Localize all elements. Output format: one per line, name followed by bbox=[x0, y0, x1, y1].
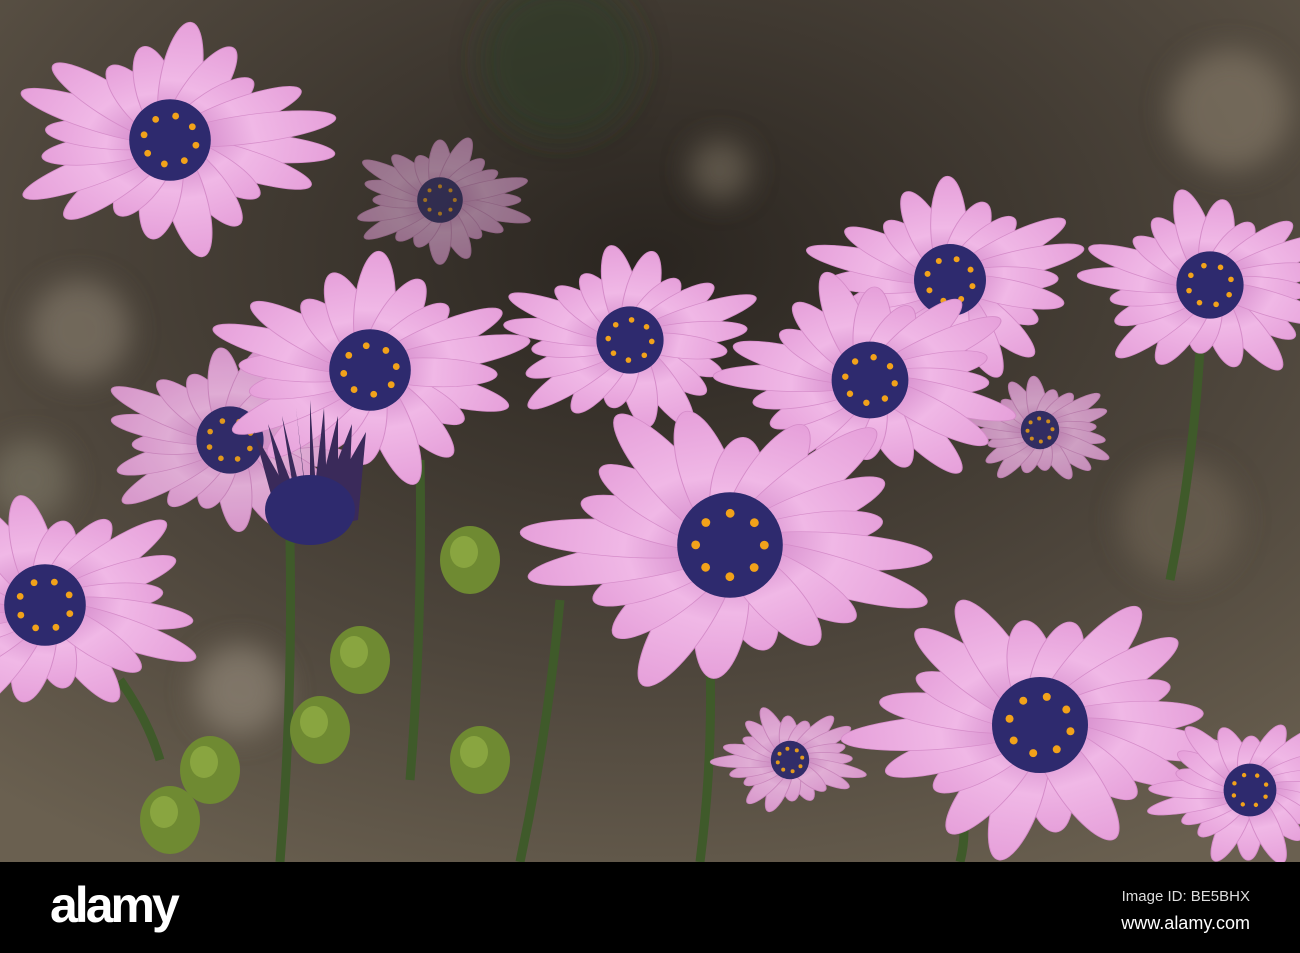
image-id: Image ID: BE5BHX bbox=[1121, 888, 1250, 905]
alamy-logo: alamy bbox=[50, 877, 180, 933]
flower-photo bbox=[0, 0, 1300, 862]
flower-bud bbox=[140, 786, 200, 854]
website-link: www.alamy.com bbox=[1121, 913, 1250, 933]
flower-bud bbox=[290, 696, 350, 764]
watermark-footer: alamy Image ID: BE5BHX www.alamy.com bbox=[0, 862, 1300, 953]
flower-bud bbox=[330, 626, 390, 694]
flower-bud bbox=[440, 526, 500, 594]
flower-bud bbox=[450, 726, 510, 794]
stock-photo: alamy Image ID: BE5BHX www.alamy.com bbox=[0, 0, 1300, 953]
